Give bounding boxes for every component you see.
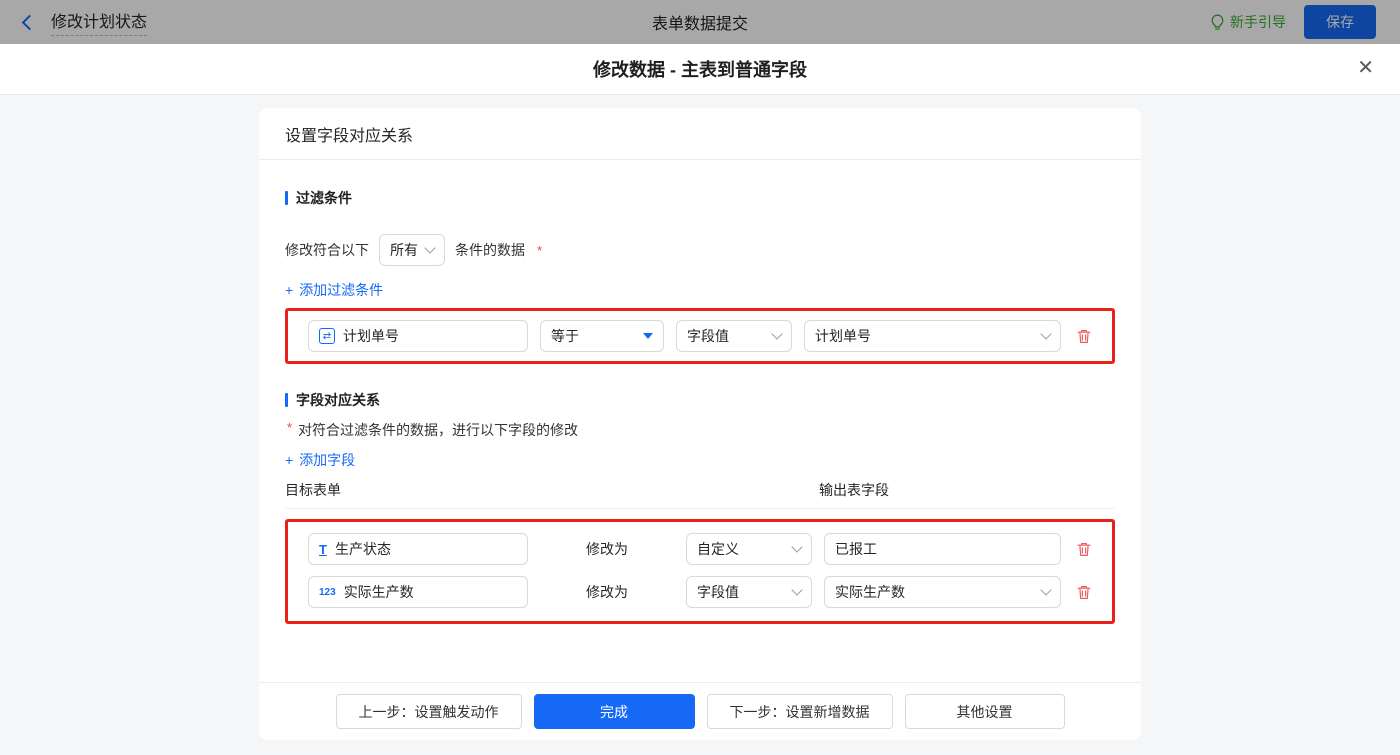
match-mode-select[interactable]: 所有 <box>379 234 445 266</box>
modal-body: 设置字段对应关系 过滤条件 修改符合以下 所有 条件的数据 * + 添加过滤条件 <box>0 108 1400 755</box>
card-footer: 上一步：设置触发动作 完成 下一步：设置新增数据 其他设置 <box>259 682 1141 740</box>
mapping-row: T 生产状态 修改为 自定义 已报工 <box>308 533 1092 565</box>
modal-title: 修改数据 - 主表到普通字段 <box>593 60 807 80</box>
modal-header: 修改数据 - 主表到普通字段 ✕ <box>0 44 1400 95</box>
output-field-column-header: 输出表字段 <box>819 482 889 498</box>
text-field-icon: T <box>319 541 327 557</box>
value-mode-select[interactable]: 自定义 <box>686 533 812 565</box>
delete-mapping-button[interactable] <box>1076 584 1092 600</box>
chevron-down-icon <box>791 584 803 596</box>
mapping-row: 123 实际生产数 修改为 字段值 实际生产数 <box>308 576 1092 608</box>
trash-icon <box>1077 586 1091 599</box>
target-field-input[interactable]: 123 实际生产数 <box>308 576 528 608</box>
add-field-link[interactable]: + 添加字段 <box>285 450 355 470</box>
modify-to-label: 修改为 <box>586 541 628 557</box>
chevron-down-icon <box>791 541 803 553</box>
target-field-input[interactable]: T 生产状态 <box>308 533 528 565</box>
modal-dim-overlay <box>0 0 1400 44</box>
serial-number-icon: ⇄ <box>319 328 335 344</box>
filter-condition-annotation-box: ⇄ 计划单号 等于 字段值 计划单号 <box>285 308 1115 364</box>
filter-field-input[interactable]: ⇄ 计划单号 <box>308 320 528 352</box>
filter-value-type-value: 字段值 <box>687 328 729 344</box>
done-button[interactable]: 完成 <box>533 694 695 729</box>
plus-icon: + <box>285 282 294 298</box>
add-field-label: 添加字段 <box>299 452 356 468</box>
top-bar: 修改计划状态 表单数据提交 新手引导 保存 <box>0 0 1400 44</box>
trash-icon <box>1077 330 1091 343</box>
chevron-down-icon <box>1040 328 1052 340</box>
source-field-value: 实际生产数 <box>835 584 905 600</box>
section-bar-icon <box>285 393 288 407</box>
add-filter-condition-link[interactable]: + 添加过滤条件 <box>285 280 383 300</box>
add-filter-condition-label: 添加过滤条件 <box>299 282 384 298</box>
filter-value-field-value: 计划单号 <box>815 328 871 344</box>
delete-condition-button[interactable] <box>1076 328 1092 344</box>
filter-operator-value: 等于 <box>551 328 579 344</box>
card-content: 过滤条件 修改符合以下 所有 条件的数据 * + 添加过滤条件 ⇄ 计划单号 等… <box>259 160 1141 682</box>
plus-icon: + <box>285 452 294 468</box>
card-header-title: 设置字段对应关系 <box>259 108 1141 160</box>
modify-to-label: 修改为 <box>586 584 628 600</box>
filter-value-type-select[interactable]: 字段值 <box>676 320 792 352</box>
mapping-column-headers: 目标表单 输出表字段 <box>285 480 1115 509</box>
filter-section-label: 过滤条件 <box>296 190 352 206</box>
field-mapping-annotation-box: T 生产状态 修改为 自定义 已报工 123 实际生产数 修改为 字段值 实际生… <box>285 519 1115 624</box>
trash-icon <box>1077 543 1091 556</box>
match-prefix-label: 修改符合以下 <box>285 242 369 258</box>
section-bar-icon <box>285 191 288 205</box>
close-icon[interactable]: ✕ <box>1357 58 1374 78</box>
required-mark: * <box>287 420 293 435</box>
match-mode-value: 所有 <box>390 242 418 258</box>
mapping-section-title: 字段对应关系 <box>285 390 1115 410</box>
source-field-select[interactable]: 实际生产数 <box>824 576 1061 608</box>
match-condition-row: 修改符合以下 所有 条件的数据 * <box>285 234 1115 266</box>
target-form-column-header: 目标表单 <box>285 482 341 498</box>
filter-operator-select[interactable]: 等于 <box>540 320 664 352</box>
value-mode-value: 自定义 <box>697 541 739 557</box>
chevron-down-icon <box>771 328 783 340</box>
delete-mapping-button[interactable] <box>1076 541 1092 557</box>
custom-value-text: 已报工 <box>835 541 877 557</box>
mapping-description: * 对符合过滤条件的数据，进行以下字段的修改 <box>285 420 1115 440</box>
filter-section-title: 过滤条件 <box>285 188 1115 208</box>
target-field-value: 生产状态 <box>334 541 391 557</box>
mapping-description-text: 对符合过滤条件的数据，进行以下字段的修改 <box>298 422 579 438</box>
number-field-icon: 123 <box>319 586 336 598</box>
next-step-button[interactable]: 下一步：设置新增数据 <box>706 694 893 729</box>
match-suffix-label: 条件的数据 <box>455 242 525 258</box>
other-settings-button[interactable]: 其他设置 <box>904 694 1065 729</box>
settings-card: 设置字段对应关系 过滤条件 修改符合以下 所有 条件的数据 * + 添加过滤条件 <box>259 108 1141 740</box>
value-mode-select[interactable]: 字段值 <box>686 576 812 608</box>
filter-field-value: 计划单号 <box>343 328 399 344</box>
chevron-down-icon <box>1040 584 1052 596</box>
mapping-section-label: 字段对应关系 <box>296 392 380 408</box>
required-mark: * <box>537 242 543 258</box>
prev-step-button[interactable]: 上一步：设置触发动作 <box>335 694 522 729</box>
filter-value-field-select[interactable]: 计划单号 <box>804 320 1061 352</box>
value-mode-value: 字段值 <box>697 584 739 600</box>
triangle-down-icon <box>643 333 653 339</box>
target-field-value: 实际生产数 <box>343 584 414 600</box>
custom-value-input[interactable]: 已报工 <box>824 533 1061 565</box>
chevron-down-icon <box>424 242 436 254</box>
